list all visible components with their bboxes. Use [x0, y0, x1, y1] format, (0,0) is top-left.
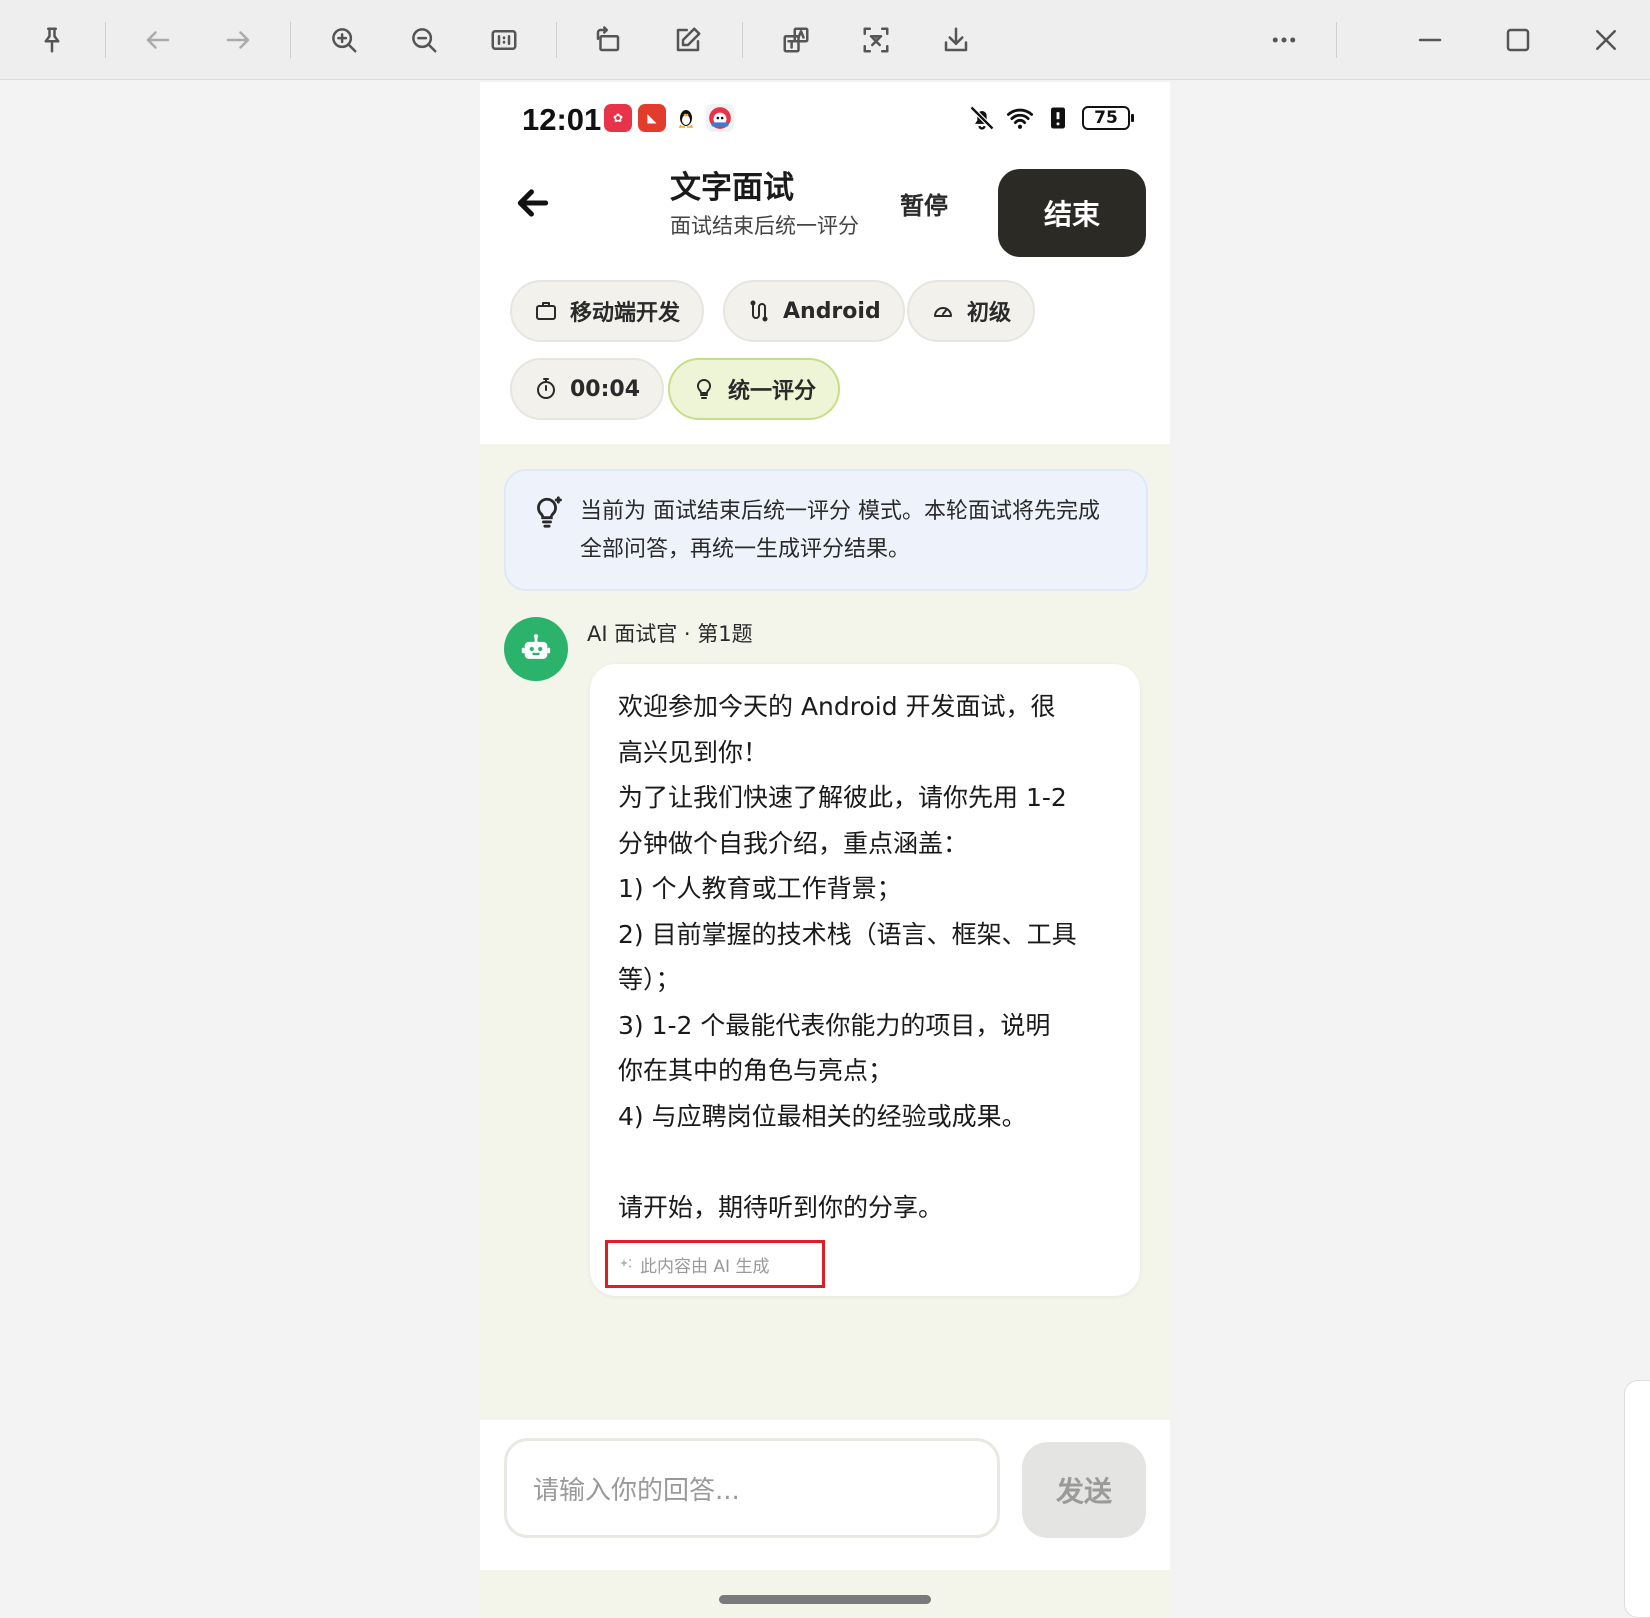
- reply-bar: 请输入你的回答... 发送: [480, 1420, 1170, 1570]
- download-icon[interactable]: [934, 18, 978, 62]
- ai-interviewer-avatar: [504, 617, 568, 681]
- status-bar: 12:01 ✿ ◣ 75: [480, 82, 1170, 152]
- interview-header: 文字面试 面试结束后统一评分 暂停 结束: [480, 152, 1170, 262]
- app-gallery-icon: ✿: [604, 104, 632, 132]
- battery-level: 75: [1082, 106, 1134, 130]
- pin-icon[interactable]: [30, 18, 74, 62]
- zoom-in-icon[interactable]: [322, 18, 366, 62]
- battery-saver-icon: [1051, 107, 1065, 129]
- notification-app-icons: ✿ ◣: [604, 104, 734, 132]
- home-indicator[interactable]: [719, 1595, 931, 1604]
- pause-button[interactable]: 暂停: [900, 180, 948, 226]
- message-body: 欢迎参加今天的 Android 开发面试，很 高兴见到你！ 为了让我们快速了解彼…: [618, 692, 1077, 1222]
- toolbar-divider: [290, 22, 291, 58]
- translate-icon[interactable]: [774, 18, 818, 62]
- bulb-sparkle-icon: [537, 496, 562, 528]
- chip-level: 初级: [907, 280, 1036, 342]
- chip-platform-label: Android: [783, 298, 881, 324]
- back-arrow-icon: [517, 189, 549, 217]
- briefcase-icon: [536, 302, 556, 320]
- robot-icon: [521, 634, 551, 659]
- toolbar-divider: [1336, 22, 1337, 58]
- chip-mode-label: 统一评分: [728, 379, 817, 404]
- image-viewer-toolbar: [0, 0, 1650, 80]
- edit-icon[interactable]: [666, 18, 710, 62]
- status-time: 12:01: [522, 102, 602, 137]
- chip-level-label: 初级: [967, 301, 1012, 326]
- status-indicators: 75: [968, 104, 1134, 132]
- route-icon: [750, 300, 768, 322]
- stopwatch-icon: [537, 378, 555, 399]
- ai-tag-text: 此内容由 AI 生成: [640, 1256, 770, 1277]
- message-bubble: 欢迎参加今天的 Android 开发面试，很 高兴见到你！ 为了让我们快速了解彼…: [590, 664, 1140, 1296]
- page-subtitle: 面试结束后统一评分: [670, 214, 859, 238]
- send-button[interactable]: 发送: [1022, 1442, 1146, 1538]
- chip-timer: 00:04: [510, 358, 665, 420]
- chip-field-label: 移动端开发: [570, 301, 681, 326]
- toolbar-divider: [742, 22, 743, 58]
- mascot-app-icon: [706, 104, 734, 132]
- end-button[interactable]: 结束: [998, 169, 1146, 257]
- timer-value: 00:04: [570, 376, 641, 402]
- close-icon[interactable]: [1584, 18, 1628, 62]
- chip-field: 移动端开发: [510, 280, 705, 342]
- gauge-icon: [934, 307, 952, 317]
- message-meta: AI 面试官 · 第1题: [587, 622, 753, 646]
- minimize-icon[interactable]: [1408, 18, 1452, 62]
- side-panel-handle[interactable]: [1624, 1380, 1650, 1618]
- actual-size-icon[interactable]: [482, 18, 526, 62]
- forward-arrow-icon[interactable]: [216, 18, 260, 62]
- more-icon[interactable]: [1262, 18, 1306, 62]
- answer-input[interactable]: 请输入你的回答...: [504, 1438, 1000, 1538]
- chip-mode: 统一评分: [668, 358, 841, 420]
- study-app-icon: ◣: [638, 104, 666, 132]
- page-title: 文字面试: [670, 170, 794, 206]
- notice-text: 当前为 面试结束后统一评分 模式。本轮面试将先完成全部问答，再统一生成评分结果。: [580, 499, 1100, 562]
- rotate-icon[interactable]: [586, 18, 630, 62]
- qq-penguin-icon: [672, 104, 700, 132]
- toolbar-divider: [556, 22, 557, 58]
- back-button[interactable]: [508, 178, 558, 228]
- mode-notice: 当前为 面试结束后统一评分 模式。本轮面试将先完成全部问答，再统一生成评分结果。: [504, 469, 1148, 591]
- ocr-icon[interactable]: [854, 18, 898, 62]
- chip-platform: Android: [723, 280, 905, 342]
- lightbulb-icon: [696, 378, 712, 399]
- zoom-out-icon[interactable]: [402, 18, 446, 62]
- back-arrow-icon[interactable]: [136, 18, 180, 62]
- maximize-icon[interactable]: [1496, 18, 1540, 62]
- toolbar-divider: [105, 22, 106, 58]
- ai-generated-label: 此内容由 AI 生成: [605, 1240, 825, 1288]
- sparkle-icon: [620, 1258, 631, 1268]
- wifi-icon: [1006, 108, 1034, 129]
- mute-bell-icon: [969, 105, 995, 131]
- phone-screen: 12:01 ✿ ◣ 75 文字面试 面试结束后统一评分 暂停 结束 移动端开发: [480, 82, 1170, 1618]
